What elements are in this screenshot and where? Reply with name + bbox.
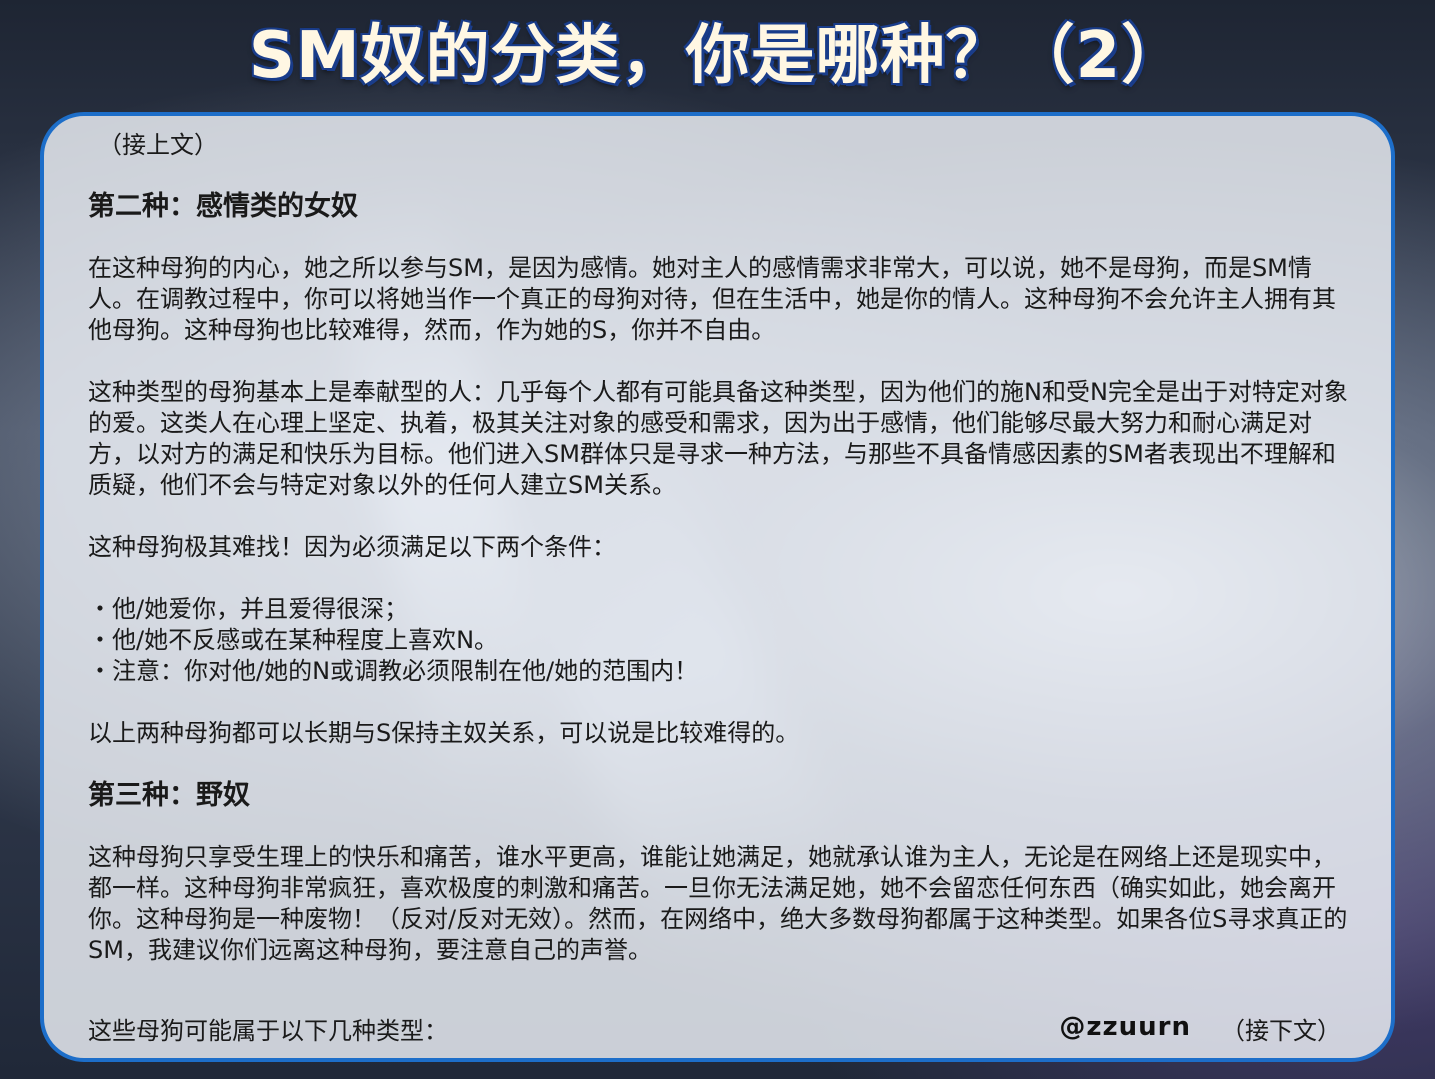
section-3-heading: 第三种：野奴 [88, 780, 250, 811]
author-watermark: @zzuurn [1059, 1012, 1191, 1042]
footer-bar: 这些母狗可能属于以下几种类型： @zzuurn （接下文） [88, 1012, 1341, 1048]
list-item: ・他/她爱你，并且爱得很深； [88, 595, 409, 623]
footer-lead-text: 这些母狗可能属于以下几种类型： [88, 1017, 448, 1045]
condition-list: ・他/她爱你，并且爱得很深； ・他/她不反感或在某种程度上喜欢N。 ・注意：你对… [88, 594, 1358, 687]
section-2-heading: 第二种：感情类的女奴 [88, 191, 358, 222]
list-item: ・注意：你对他/她的N或调教必须限制在他/她的范围内！ [88, 657, 699, 685]
article-body: （接上文） 第二种：感情类的女奴 在这种母狗的内心，她之所以参与SM，是因为感情… [88, 130, 1358, 997]
content-panel: （接上文） 第二种：感情类的女奴 在这种母狗的内心，她之所以参与SM，是因为感情… [40, 112, 1395, 1062]
continued-note: （接下文） [1221, 1017, 1341, 1045]
list-item: ・他/她不反感或在某种程度上喜欢N。 [88, 626, 499, 654]
section-2-paragraph-2: 这种类型的母狗基本上是奉献型的人：几乎每个人都有可能具备这种类型，因为他们的施N… [88, 378, 1348, 499]
section-2-paragraph-3: 这种母狗极其难找！因为必须满足以下两个条件： [88, 533, 616, 561]
intro-text: （接上文） [98, 131, 218, 159]
section-3-paragraph-1: 这种母狗只享受生理上的快乐和痛苦，谁水平更高，谁能让她满足，她就承认谁为主人，无… [88, 843, 1348, 964]
section-2-summary: 以上两种母狗都可以长期与S保持主奴关系，可以说是比较难得的。 [88, 719, 800, 747]
page-title: SM奴的分类，你是哪种？（2） [248, 19, 1187, 93]
section-2-paragraph-1: 在这种母狗的内心，她之所以参与SM，是因为感情。她对主人的感情需求非常大，可以说… [88, 254, 1336, 344]
